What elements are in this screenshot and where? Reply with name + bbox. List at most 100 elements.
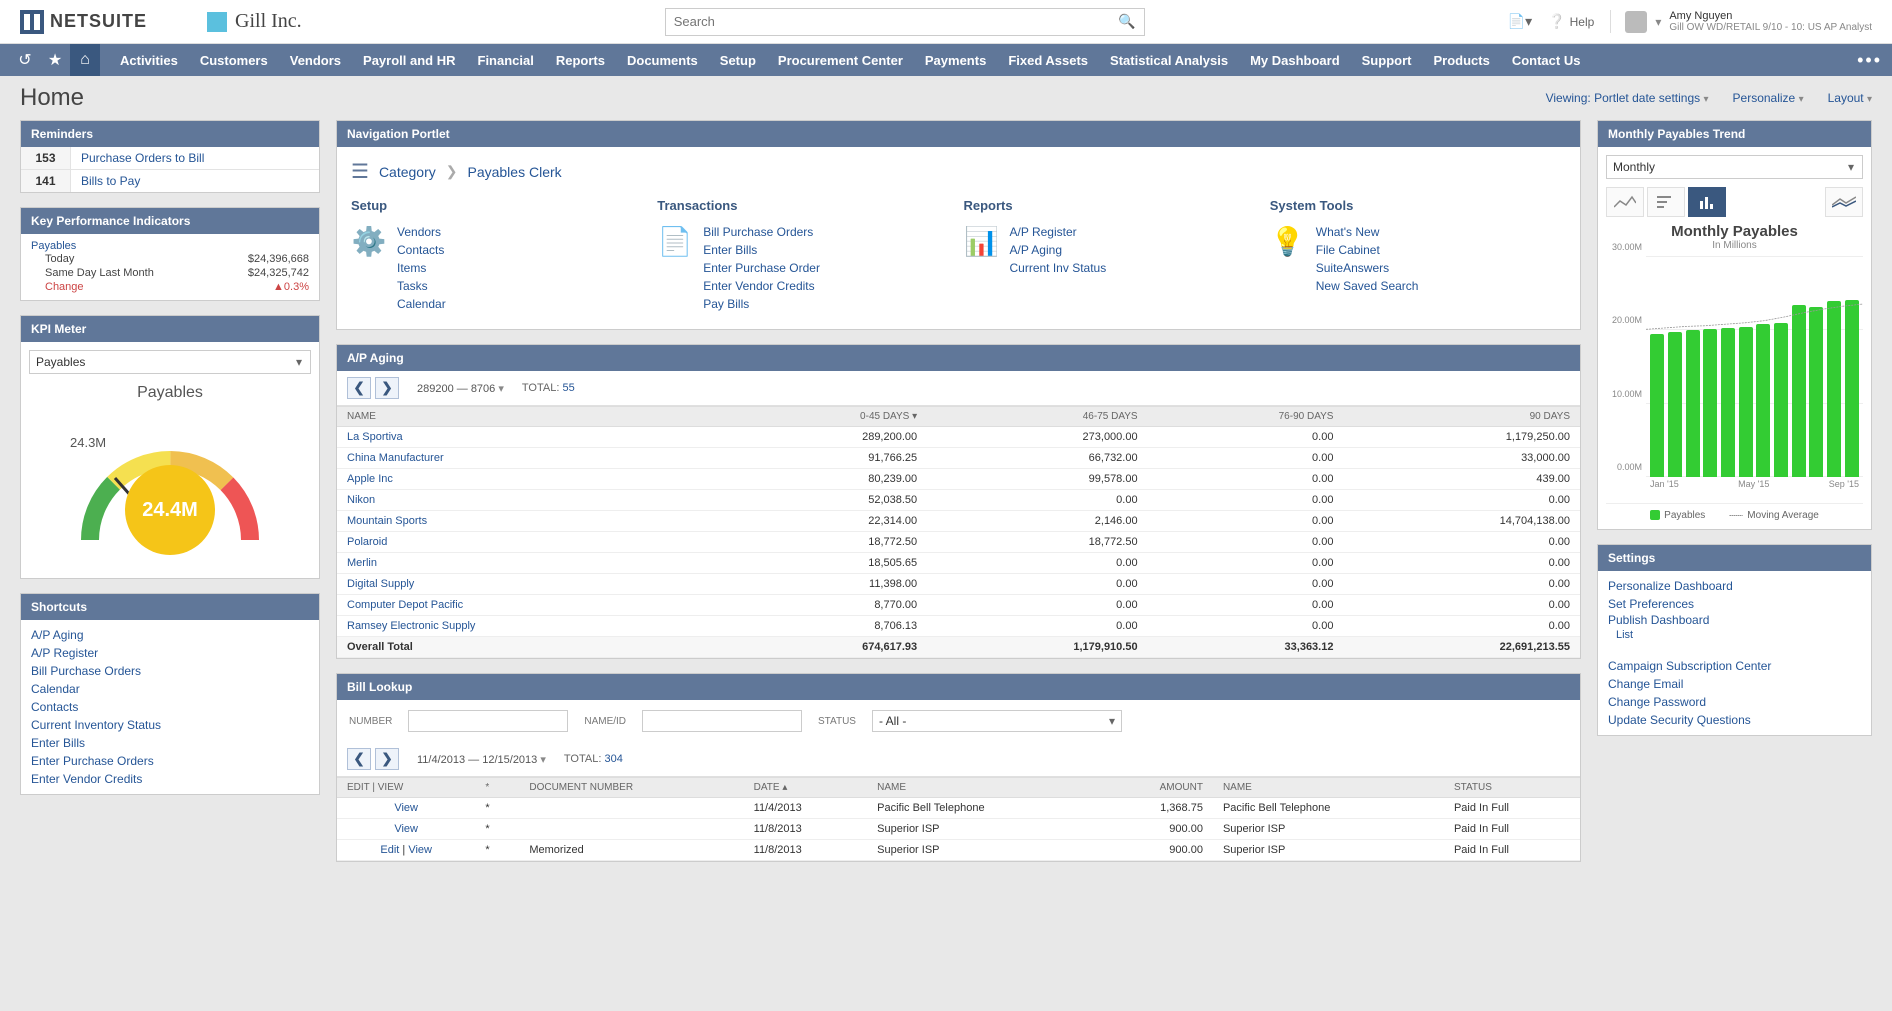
nav-tab[interactable]: Customers [200, 53, 268, 68]
table-header[interactable]: NAME [337, 407, 725, 427]
table-header[interactable]: NAME [867, 778, 1098, 798]
company-name[interactable]: Gill Inc. [207, 10, 302, 33]
shortcut-link[interactable]: Calendar [31, 680, 309, 698]
breadcrumb-current[interactable]: Payables Clerk [467, 164, 561, 180]
table-header[interactable]: 76-90 DAYS [1148, 407, 1344, 427]
table-header[interactable]: AMOUNT [1098, 778, 1213, 798]
vendor-link[interactable]: Ramsey Electronic Supply [347, 620, 475, 632]
nav-link[interactable]: Items [397, 259, 446, 277]
shortcut-link[interactable]: A/P Register [31, 644, 309, 662]
table-header[interactable]: 0-45 DAYS ▾ [725, 407, 927, 427]
nav-tab[interactable]: Setup [720, 53, 756, 68]
bl-status-select[interactable]: - All - [872, 710, 1122, 732]
breadcrumb-category[interactable]: Category [379, 164, 436, 180]
nav-tab[interactable]: Statistical Analysis [1110, 53, 1228, 68]
vendor-link[interactable]: Computer Depot Pacific [347, 599, 463, 611]
pager-next[interactable]: ❯ [375, 377, 399, 399]
vendor-link[interactable]: China Manufacturer [347, 452, 444, 464]
bar[interactable] [1668, 332, 1682, 477]
nav-link[interactable]: Tasks [397, 277, 446, 295]
viewing-control[interactable]: Viewing: Portlet date settings ▾ [1546, 91, 1709, 105]
publish-list-link[interactable]: List [1616, 627, 1861, 643]
nav-tab[interactable]: Reports [556, 53, 605, 68]
recent-icon[interactable]: ↺ [10, 44, 40, 76]
ap-aging-range[interactable]: 289200 — 8706 ▾ [417, 382, 504, 395]
nav-link[interactable]: Enter Vendor Credits [703, 277, 820, 295]
global-search[interactable]: 🔍 [665, 8, 1145, 36]
vendor-link[interactable]: Nikon [347, 494, 375, 506]
chart-type-bar-icon[interactable] [1688, 187, 1726, 217]
bl-number-input[interactable] [408, 710, 568, 732]
nav-tab[interactable]: Products [1433, 53, 1489, 68]
nav-link[interactable]: New Saved Search [1316, 277, 1419, 295]
bar[interactable] [1686, 330, 1700, 477]
bl-nameid-input[interactable] [642, 710, 802, 732]
nav-link[interactable]: Enter Bills [703, 241, 820, 259]
nav-link[interactable]: Bill Purchase Orders [703, 223, 820, 241]
chart-overlay-icon[interactable] [1825, 187, 1863, 217]
row-action[interactable]: View [394, 823, 418, 835]
star-icon[interactable]: ★ [40, 44, 70, 76]
row-action[interactable]: Edit [380, 844, 399, 856]
nav-tab[interactable]: Vendors [290, 53, 341, 68]
search-input[interactable] [674, 14, 1136, 29]
nav-tab[interactable]: Support [1362, 53, 1412, 68]
shortcut-link[interactable]: Current Inventory Status [31, 716, 309, 734]
nav-tab[interactable]: Contact Us [1512, 53, 1581, 68]
table-header[interactable]: 90 DAYS [1343, 407, 1580, 427]
vendor-link[interactable]: Polaroid [347, 536, 387, 548]
nav-link[interactable]: Current Inv Status [1010, 259, 1107, 277]
shortcut-link[interactable]: Bill Purchase Orders [31, 662, 309, 680]
settings-link[interactable]: Change Email [1608, 675, 1861, 693]
nav-tab[interactable]: Activities [120, 53, 178, 68]
vendor-link[interactable]: Apple Inc [347, 473, 393, 485]
nav-tab[interactable]: Documents [627, 53, 698, 68]
nav-overflow-icon[interactable]: ••• [1857, 50, 1882, 71]
table-header[interactable]: DOCUMENT NUMBER [519, 778, 743, 798]
chart-type-list-icon[interactable] [1647, 187, 1685, 217]
bl-range[interactable]: 11/4/2013 — 12/15/2013 ▾ [417, 753, 546, 766]
help-link[interactable]: ❔ Help [1548, 13, 1594, 30]
vendor-link[interactable]: Mountain Sports [347, 515, 427, 527]
kpi-group-link[interactable]: Payables [31, 240, 76, 252]
nav-link[interactable]: Calendar [397, 295, 446, 313]
nav-tab[interactable]: Payments [925, 53, 986, 68]
settings-link[interactable]: Change Password [1608, 693, 1861, 711]
nav-link[interactable]: Contacts [397, 241, 446, 259]
reminder-row[interactable]: 141Bills to Pay [21, 170, 319, 192]
chart-type-area-icon[interactable] [1606, 187, 1644, 217]
nav-tab[interactable]: Payroll and HR [363, 53, 455, 68]
bar[interactable] [1809, 307, 1823, 477]
search-icon[interactable]: 🔍 [1118, 13, 1135, 30]
nav-link[interactable]: Enter Purchase Order [703, 259, 820, 277]
settings-link[interactable]: Publish Dashboard [1608, 611, 1709, 629]
shortcut-link[interactable]: Contacts [31, 698, 309, 716]
bar[interactable] [1739, 327, 1753, 477]
nav-tab[interactable]: Financial [478, 53, 534, 68]
hamburger-icon[interactable]: ☰ [351, 159, 369, 184]
shortcut-link[interactable]: A/P Aging [31, 626, 309, 644]
shortcut-link[interactable]: Enter Purchase Orders [31, 752, 309, 770]
feedback-icon[interactable]: 📄▾ [1508, 13, 1532, 30]
reminder-label[interactable]: Purchase Orders to Bill [71, 147, 214, 169]
bar[interactable] [1845, 300, 1859, 477]
nav-link[interactable]: Pay Bills [703, 295, 820, 313]
layout-control[interactable]: Layout ▾ [1828, 91, 1872, 105]
pager-next[interactable]: ❯ [375, 748, 399, 770]
row-action[interactable]: View [408, 844, 432, 856]
reminder-row[interactable]: 153Purchase Orders to Bill [21, 147, 319, 170]
nav-link[interactable]: A/P Register [1010, 223, 1107, 241]
table-header[interactable]: * [475, 778, 519, 798]
nav-link[interactable]: SuiteAnswers [1316, 259, 1419, 277]
settings-link[interactable]: Update Security Questions [1608, 711, 1861, 729]
nav-link[interactable]: File Cabinet [1316, 241, 1419, 259]
settings-link[interactable]: Personalize Dashboard [1608, 577, 1861, 595]
table-header[interactable]: STATUS [1444, 778, 1580, 798]
nav-link[interactable]: Vendors [397, 223, 446, 241]
trend-select[interactable]: Monthly [1606, 155, 1863, 179]
vendor-link[interactable]: La Sportiva [347, 431, 403, 443]
shortcut-link[interactable]: Enter Vendor Credits [31, 770, 309, 788]
nav-link[interactable]: A/P Aging [1010, 241, 1107, 259]
bar[interactable] [1650, 334, 1664, 477]
bar[interactable] [1792, 305, 1806, 477]
